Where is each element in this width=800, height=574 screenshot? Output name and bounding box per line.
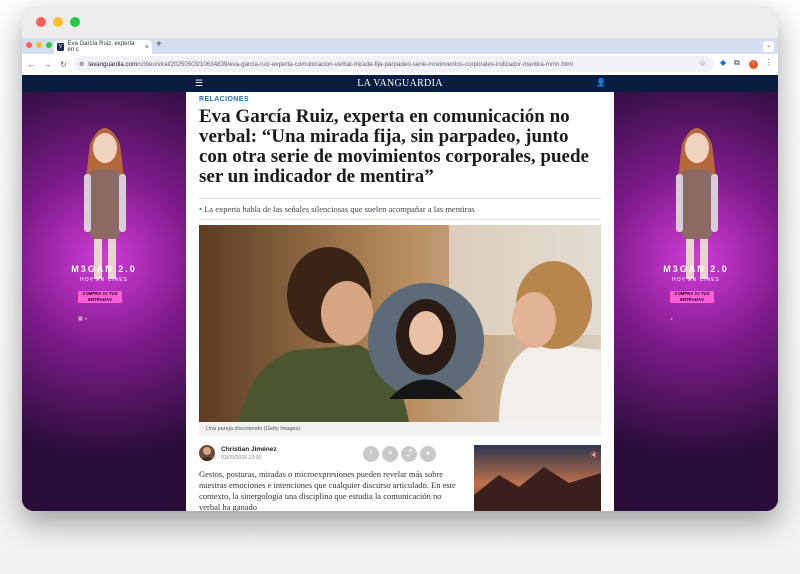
reload-icon[interactable]: ↻ xyxy=(57,60,70,69)
ad-skyscraper-left[interactable]: M3GAN 2.0 HOY EN CINES COMPRA YA TUS ENT… xyxy=(22,92,186,511)
inner-window-controls xyxy=(26,42,52,48)
user-icon[interactable]: 👤 xyxy=(596,78,606,87)
ad-subtitle: HOY EN CINES xyxy=(672,277,720,283)
url-path: /cribeo/viral/20250503/10634839/eva-garc… xyxy=(137,60,573,68)
ad-logos: ▦ ◒ xyxy=(78,316,88,322)
browser-window: V Eva García Ruiz, experta en c × + ⌄ ← … xyxy=(22,6,778,511)
article-lead: • La experta habla de las señales silenc… xyxy=(199,198,601,220)
article: RELACIONES Eva García Ruiz, experta en c… xyxy=(186,92,614,511)
facebook-icon[interactable]: f xyxy=(363,446,379,462)
maximize-window-button[interactable] xyxy=(70,17,80,27)
ad-title: M3GAN 2.0 xyxy=(71,264,137,274)
author-byline[interactable]: Christian Jiménez 03/05/2025 13:00 xyxy=(199,445,277,461)
lead-text: La experta habla de las señales silencio… xyxy=(204,204,475,214)
site-navbar: ☰ LA VANGUARDIA 👤 xyxy=(22,75,778,92)
tab-title: Eva García Ruiz, experta en c xyxy=(67,41,135,53)
twitter-icon[interactable]: ✕ xyxy=(382,446,398,462)
share-bar: f ✕ ⤴ ● xyxy=(363,446,436,462)
extensions-icon[interactable]: ⧉ xyxy=(734,58,740,68)
video-player[interactable]: 🔇 xyxy=(474,445,601,511)
tab-bar: V Eva García Ruiz, experta en c × + ⌄ xyxy=(22,38,778,54)
forward-arrow-icon[interactable]: → xyxy=(41,60,54,69)
ad-skyscraper-right[interactable]: M3GAN 2.0 HOY EN CINES COMPRA YA TUS ENT… xyxy=(614,92,778,511)
browser-menu-icon[interactable]: ⋮ xyxy=(765,58,773,67)
inner-minimize-dot[interactable] xyxy=(36,42,42,48)
ad-cta-button[interactable]: COMPRA YA TUS ENTRADAS xyxy=(670,291,714,303)
tab-close-icon[interactable]: × xyxy=(145,44,149,51)
mute-icon: 🔇 xyxy=(590,450,599,459)
back-arrow-icon[interactable]: ← xyxy=(25,60,38,69)
profile-avatar[interactable]: I xyxy=(749,60,758,69)
url-host: lavanguardia.com xyxy=(88,60,138,68)
extension-icon[interactable]: ◆ xyxy=(720,58,726,67)
minimize-window-button[interactable] xyxy=(53,17,63,27)
article-headline: Eva García Ruiz, experta en comunicación… xyxy=(199,106,589,187)
address-bar[interactable]: ⚙ lavanguardia.com/cribeo/viral/20250503… xyxy=(74,56,714,72)
article-photo[interactable] xyxy=(199,225,601,422)
section-kicker[interactable]: RELACIONES xyxy=(199,96,249,103)
ad-logos: ◒ xyxy=(670,316,674,322)
close-window-button[interactable] xyxy=(36,17,46,27)
inner-close-dot[interactable] xyxy=(26,42,32,48)
ad-subtitle: HOY EN CINES xyxy=(80,277,128,283)
site-logo[interactable]: LA VANGUARDIA xyxy=(22,78,778,89)
site-favicon-icon: V xyxy=(57,43,65,51)
comment-icon[interactable]: ● xyxy=(420,446,436,462)
star-icon[interactable]: ☆ xyxy=(699,59,706,68)
inner-maximize-dot[interactable] xyxy=(46,42,52,48)
ad-cta-button[interactable]: COMPRA YA TUS ENTRADAS xyxy=(78,291,122,303)
ad-title: M3GAN 2.0 xyxy=(663,264,729,274)
new-tab-button[interactable]: + xyxy=(156,39,162,50)
video-thumbnail: 🔇 xyxy=(474,445,601,511)
share-icon[interactable]: ⤴ xyxy=(401,446,417,462)
window-controls xyxy=(36,17,80,27)
ad-doll-figure xyxy=(84,128,126,279)
tab-search-icon[interactable]: ⌄ xyxy=(763,41,774,52)
couple-photo-illustration xyxy=(199,225,601,422)
author-name[interactable]: Christian Jiménez xyxy=(221,446,277,453)
photo-caption: Una pareja discutiendo (Getty Images) xyxy=(199,422,601,436)
webpage: ☰ LA VANGUARDIA 👤 M3GAN 2.0 HOY EN CINES… xyxy=(22,75,778,511)
site-info-icon[interactable]: ⚙ xyxy=(79,61,84,68)
article-body: Gestos, posturas, miradas o microexpresi… xyxy=(199,469,456,511)
publish-date: 03/05/2025 13:00 xyxy=(221,454,262,461)
browser-chrome: V Eva García Ruiz, experta en c × + ⌄ ← … xyxy=(22,38,778,75)
ad-doll-figure xyxy=(676,128,718,279)
author-avatar[interactable] xyxy=(199,445,215,461)
browser-toolbar: ← → ↻ ⚙ lavanguardia.com/cribeo/viral/20… xyxy=(22,54,778,75)
active-tab[interactable]: V Eva García Ruiz, experta en c × xyxy=(54,40,152,54)
